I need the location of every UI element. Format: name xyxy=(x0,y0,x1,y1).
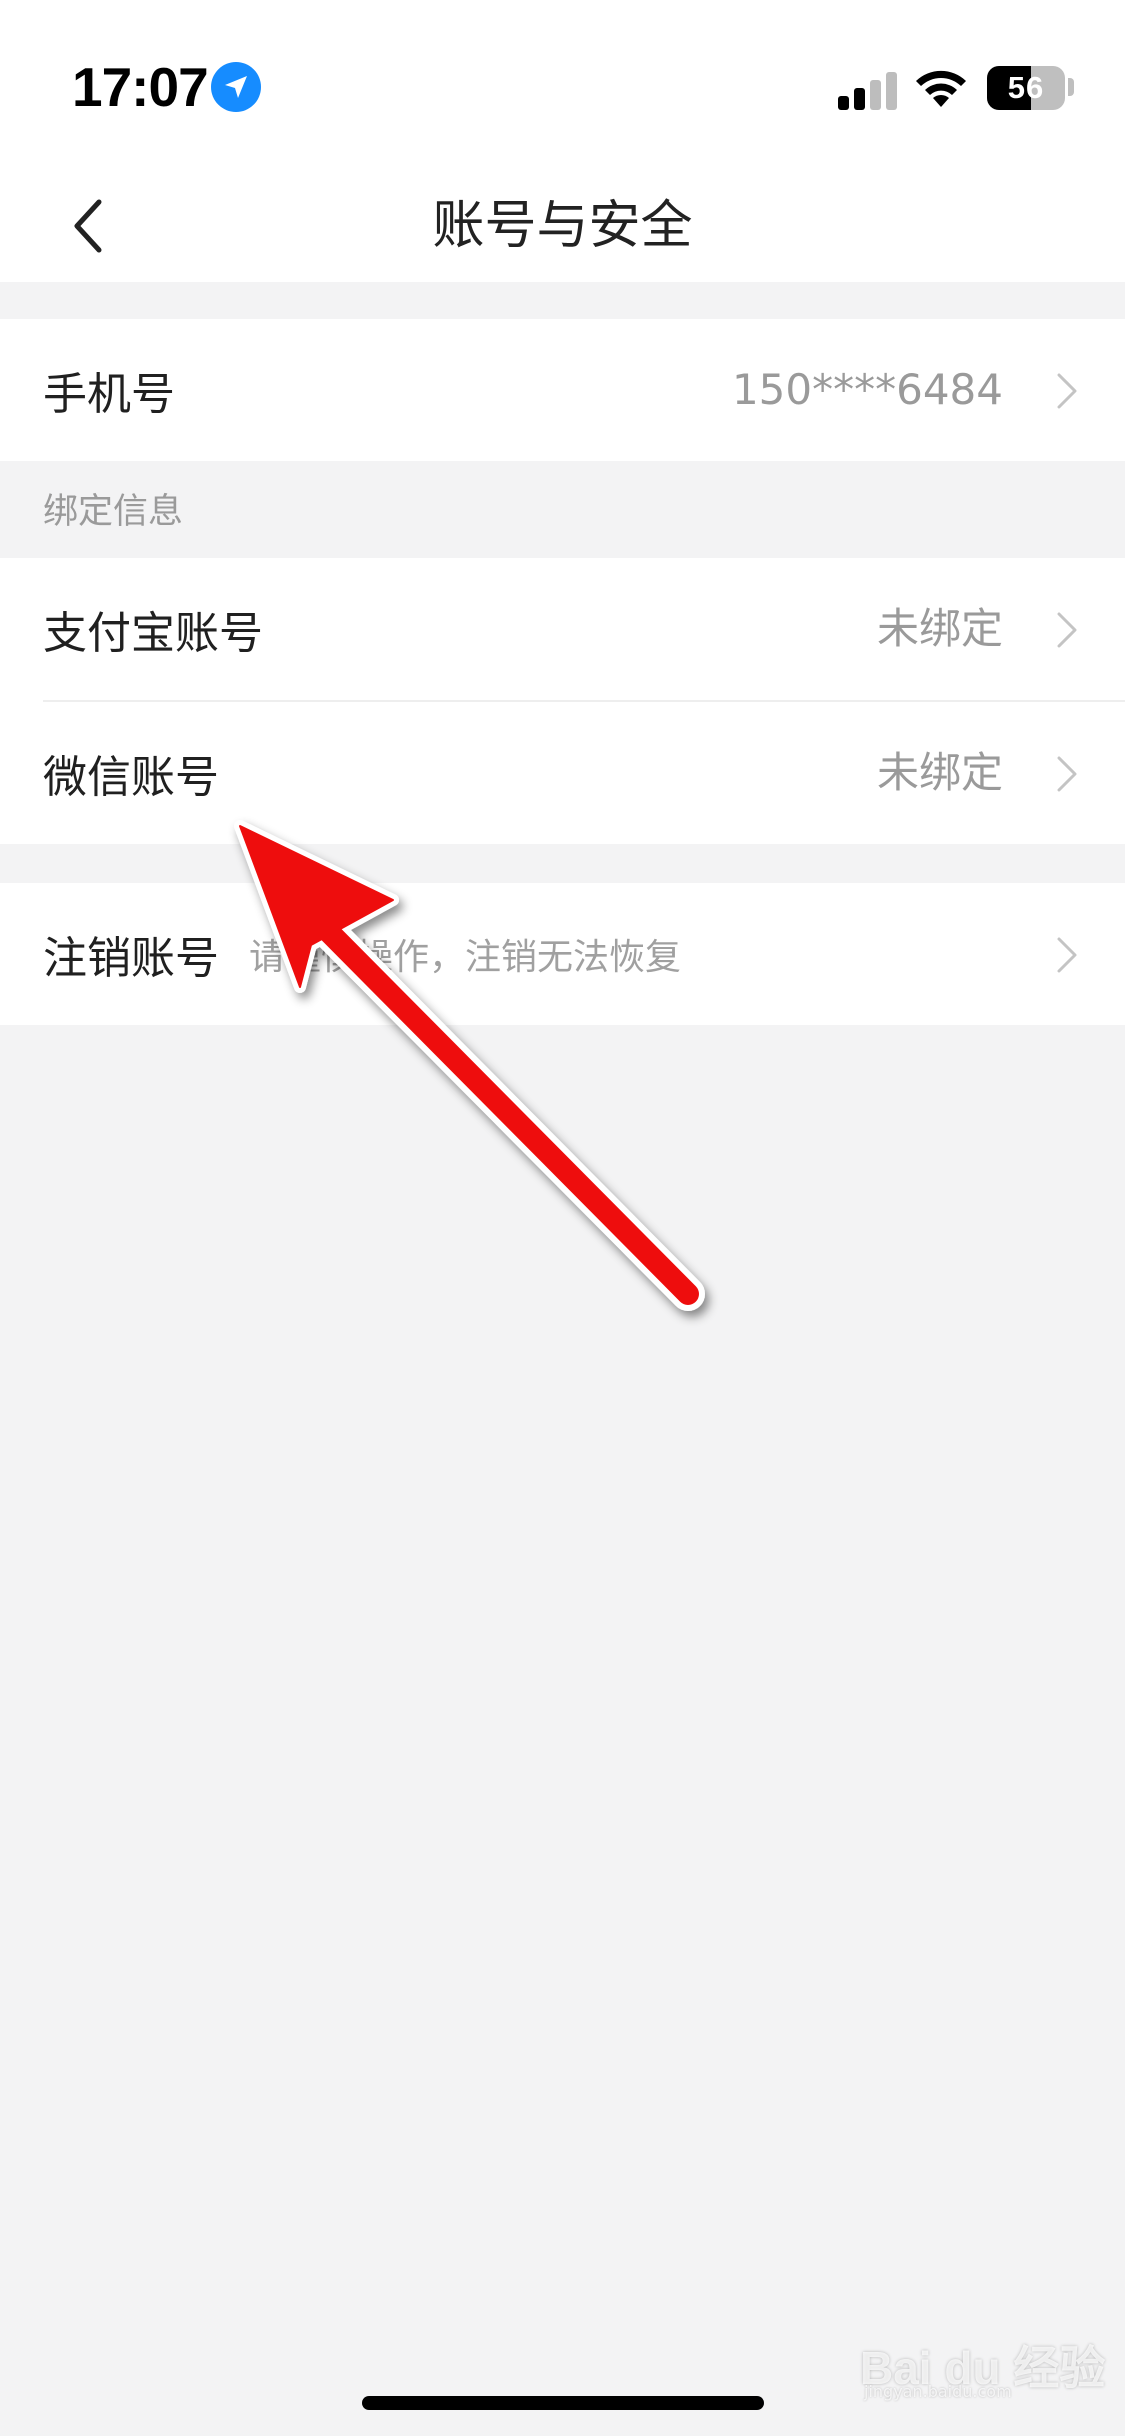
wifi-icon xyxy=(916,70,966,107)
alipay-account-label: 支付宝账号 xyxy=(43,608,263,659)
baidu-jingyan-watermark: Bai du 经验 jingyan.baidu.com xyxy=(860,2322,1105,2401)
screen: 17:07 56 账号与安全 手机号 150****6484 绑定信息 支付宝账… xyxy=(0,0,1125,2436)
phone-number-label: 手机号 xyxy=(43,369,175,420)
chevron-right-icon xyxy=(1057,937,1077,973)
phone-number-value: 150****6484 xyxy=(731,365,1003,414)
page-title: 账号与安全 xyxy=(432,196,693,256)
wechat-account-label: 微信账号 xyxy=(43,752,219,803)
cancel-account-hint: 请谨慎操作，注销无法恢复 xyxy=(249,937,682,978)
status-time: 17:07 xyxy=(72,56,209,118)
battery-cap xyxy=(1068,78,1074,96)
wechat-account-row[interactable]: 微信账号 未绑定 xyxy=(0,702,1125,844)
status-bar: 17:07 56 xyxy=(0,0,1125,170)
cancel-account-label: 注销账号 xyxy=(43,933,219,984)
nav-bar: 账号与安全 xyxy=(0,170,1125,282)
binding-section-header: 绑定信息 xyxy=(43,492,184,532)
phone-group: 手机号 150****6484 xyxy=(0,319,1125,461)
binding-group: 支付宝账号 未绑定 微信账号 未绑定 xyxy=(0,558,1125,844)
alipay-account-row[interactable]: 支付宝账号 未绑定 xyxy=(0,558,1125,700)
battery-level: 56 xyxy=(1007,70,1045,105)
watermark-url: jingyan.baidu.com xyxy=(864,2382,1012,2401)
wechat-account-status: 未绑定 xyxy=(876,748,1003,797)
cancel-account-group: 注销账号 请谨慎操作，注销无法恢复 xyxy=(0,883,1125,1025)
cellular-signal-icon xyxy=(838,72,897,110)
chevron-right-icon xyxy=(1057,373,1077,409)
phone-number-row[interactable]: 手机号 150****6484 xyxy=(0,319,1125,461)
battery-icon: 56 xyxy=(987,66,1065,110)
location-arrow-icon xyxy=(211,62,261,112)
chevron-right-icon xyxy=(1057,612,1077,648)
home-indicator[interactable] xyxy=(362,2396,764,2410)
cancel-account-row[interactable]: 注销账号 请谨慎操作，注销无法恢复 xyxy=(0,883,1125,1025)
alipay-account-status: 未绑定 xyxy=(876,604,1003,653)
chevron-right-icon xyxy=(1057,756,1077,792)
